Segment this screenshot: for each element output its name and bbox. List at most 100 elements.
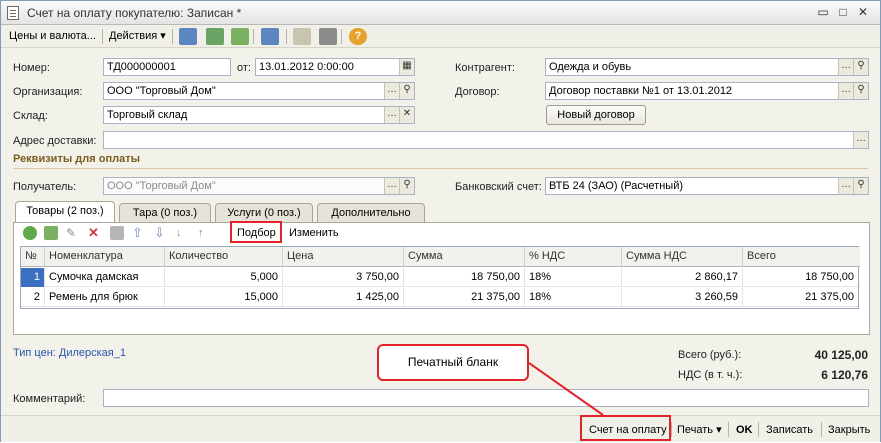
sort-desc-icon[interactable]: ↑ (198, 225, 212, 241)
col-header-number[interactable]: № (21, 247, 45, 267)
organization-field[interactable]: ООО "Торговый Дом" … ⚲ (103, 82, 415, 100)
help-icon[interactable]: ? (349, 28, 367, 45)
edit-row-icon[interactable]: ✎ (66, 226, 80, 240)
select-icon[interactable]: … (838, 83, 853, 99)
structure-icon[interactable] (206, 28, 224, 45)
title-bar: Счет на оплату покупателю: Записан * ▭ □… (1, 1, 880, 25)
cell-number: 2 (21, 288, 45, 307)
address-label: Адрес доставки: (13, 135, 97, 147)
contragent-value: Одежда и обувь (549, 61, 632, 73)
contract-field[interactable]: Договор поставки №1 от 13.01.2012 … ⚲ (545, 82, 869, 100)
cell-price: 3 750,00 (283, 268, 404, 287)
document-window: Счет на оплату покупателю: Записан * ▭ □… (0, 0, 881, 442)
organization-value: ООО "Торговый Дом" (107, 85, 216, 97)
number-field[interactable]: ТД000000001 (103, 58, 231, 76)
cell-price: 1 425,00 (283, 288, 404, 307)
tab-containers[interactable]: Тара (0 поз.) (119, 203, 211, 222)
move-down-icon[interactable]: ⇩ (154, 225, 168, 241)
list-icon[interactable] (319, 28, 337, 45)
bank-account-field[interactable]: ВТБ 24 (ЗАО) (Расчетный) … ⚲ (545, 177, 869, 195)
open-icon[interactable]: ⚲ (399, 83, 414, 99)
bank-account-label: Банковский счет: (455, 181, 542, 193)
print-menu-button[interactable]: Печать ▾ (677, 421, 722, 439)
cell-total: 18 750,00 (805, 271, 854, 283)
price-type-link[interactable]: Тип цен: Дилерская_1 (13, 347, 126, 359)
ok-button[interactable]: OK (736, 421, 753, 439)
add-row-icon[interactable] (23, 226, 37, 240)
journal-icon[interactable] (293, 28, 311, 45)
clear-icon[interactable]: ✕ (399, 107, 414, 123)
table-row[interactable]: 1 Сумочка дамская 5,000 3 750,00 18 750,… (21, 268, 858, 287)
table-row[interactable]: 2 Ремень для брюк 15,000 1 425,00 21 375… (21, 288, 858, 307)
cell-sum: 21 375,00 (404, 288, 525, 307)
col-header-vat-rate[interactable]: % НДС (525, 247, 622, 267)
col-header-total[interactable]: Всего (743, 247, 860, 267)
open-icon[interactable]: ⚲ (853, 59, 868, 75)
refresh-icon[interactable] (231, 28, 249, 45)
cell-vat-rate: 18% (525, 268, 622, 287)
payment-section-title: Реквизиты для оплаты (13, 153, 140, 165)
post-icon[interactable] (179, 28, 197, 45)
close-icon[interactable]: ✕ (854, 4, 872, 21)
move-up-icon[interactable]: ⇧ (132, 225, 146, 241)
select-icon[interactable]: … (384, 178, 399, 194)
cell-number: 1 (21, 268, 45, 287)
cell-quantity: 5,000 (165, 268, 283, 287)
document-icon (7, 6, 19, 20)
tab-additional[interactable]: Дополнительно (317, 203, 425, 222)
change-button[interactable]: Изменить (289, 225, 339, 242)
col-header-vat-sum[interactable]: Сумма НДС (622, 247, 743, 267)
save-button[interactable]: Записать (766, 421, 813, 439)
copy-row-icon[interactable] (44, 226, 58, 240)
contragent-field[interactable]: Одежда и обувь … ⚲ (545, 58, 869, 76)
open-icon[interactable]: ⚲ (399, 178, 414, 194)
col-header-price[interactable]: Цена (283, 247, 404, 267)
actions-menu-button[interactable]: Действия ▾ (109, 28, 166, 45)
select-icon[interactable]: … (384, 83, 399, 99)
select-icon[interactable]: … (838, 59, 853, 75)
number-label: Номер: (13, 62, 50, 74)
new-contract-button[interactable]: Новый договор (546, 105, 646, 125)
organization-label: Организация: (13, 86, 83, 98)
contract-value: Договор поставки №1 от 13.01.2012 (549, 85, 733, 97)
bank-account-value: ВТБ 24 (ЗАО) (Расчетный) (549, 180, 684, 192)
close-button[interactable]: Закрыть (828, 421, 870, 439)
warehouse-field[interactable]: Торговый склад … ✕ (103, 106, 415, 124)
toolbar: Цены и валюта... Действия ▾ ? (1, 25, 880, 48)
open-icon[interactable]: ⚲ (853, 178, 868, 194)
recipient-field[interactable]: ООО "Торговый Дом" … ⚲ (103, 177, 415, 195)
cell-total: 21 375,00 (805, 291, 854, 303)
goods-tab-pane: ✎ ✕ ⇧ ⇩ ↓ ↑ Подбор Изменить № Номенклату… (13, 222, 870, 335)
col-header-sum[interactable]: Сумма (404, 247, 525, 267)
delete-row-icon[interactable]: ✕ (88, 226, 102, 240)
vat-value: 6 120,76 (821, 368, 868, 382)
select-icon[interactable]: … (853, 132, 868, 148)
go-to-icon[interactable] (261, 28, 279, 45)
col-header-item[interactable]: Номенклатура (45, 247, 165, 267)
select-icon[interactable]: … (838, 178, 853, 194)
address-field[interactable]: … (103, 131, 869, 149)
goods-table: № Номенклатура Количество Цена Сумма % Н… (20, 246, 860, 309)
total-value: 40 125,00 (814, 348, 868, 362)
comment-field[interactable] (103, 389, 869, 407)
calendar-icon[interactable]: ▦ (399, 59, 414, 75)
col-header-quantity[interactable]: Количество (165, 247, 283, 267)
restore-icon[interactable]: ▭ (814, 4, 832, 21)
tab-services[interactable]: Услуги (0 поз.) (215, 203, 313, 222)
open-icon[interactable]: ⚲ (853, 83, 868, 99)
contragent-label: Контрагент: (455, 62, 515, 74)
minimize-icon[interactable]: □ (834, 4, 852, 21)
select-icon[interactable]: … (384, 107, 399, 123)
cell-vat-sum: 3 260,59 (622, 288, 743, 307)
warehouse-value: Торговый склад (107, 109, 188, 121)
cell-vat-sum: 2 860,17 (622, 268, 743, 287)
bottom-bar: Счет на оплату Печать ▾ OK Записать Закр… (1, 415, 880, 442)
tab-goods[interactable]: Товары (2 поз.) (15, 201, 115, 223)
contract-label: Договор: (455, 86, 500, 98)
end-edit-icon[interactable] (110, 226, 124, 240)
sort-asc-icon[interactable]: ↓ (176, 225, 190, 241)
date-field[interactable]: 13.01.2012 0:00:00 ▦ (255, 58, 415, 76)
date-value: 13.01.2012 0:00:00 (259, 61, 354, 73)
cell-quantity: 15,000 (165, 288, 283, 307)
prices-currency-button[interactable]: Цены и валюта... (9, 28, 96, 45)
